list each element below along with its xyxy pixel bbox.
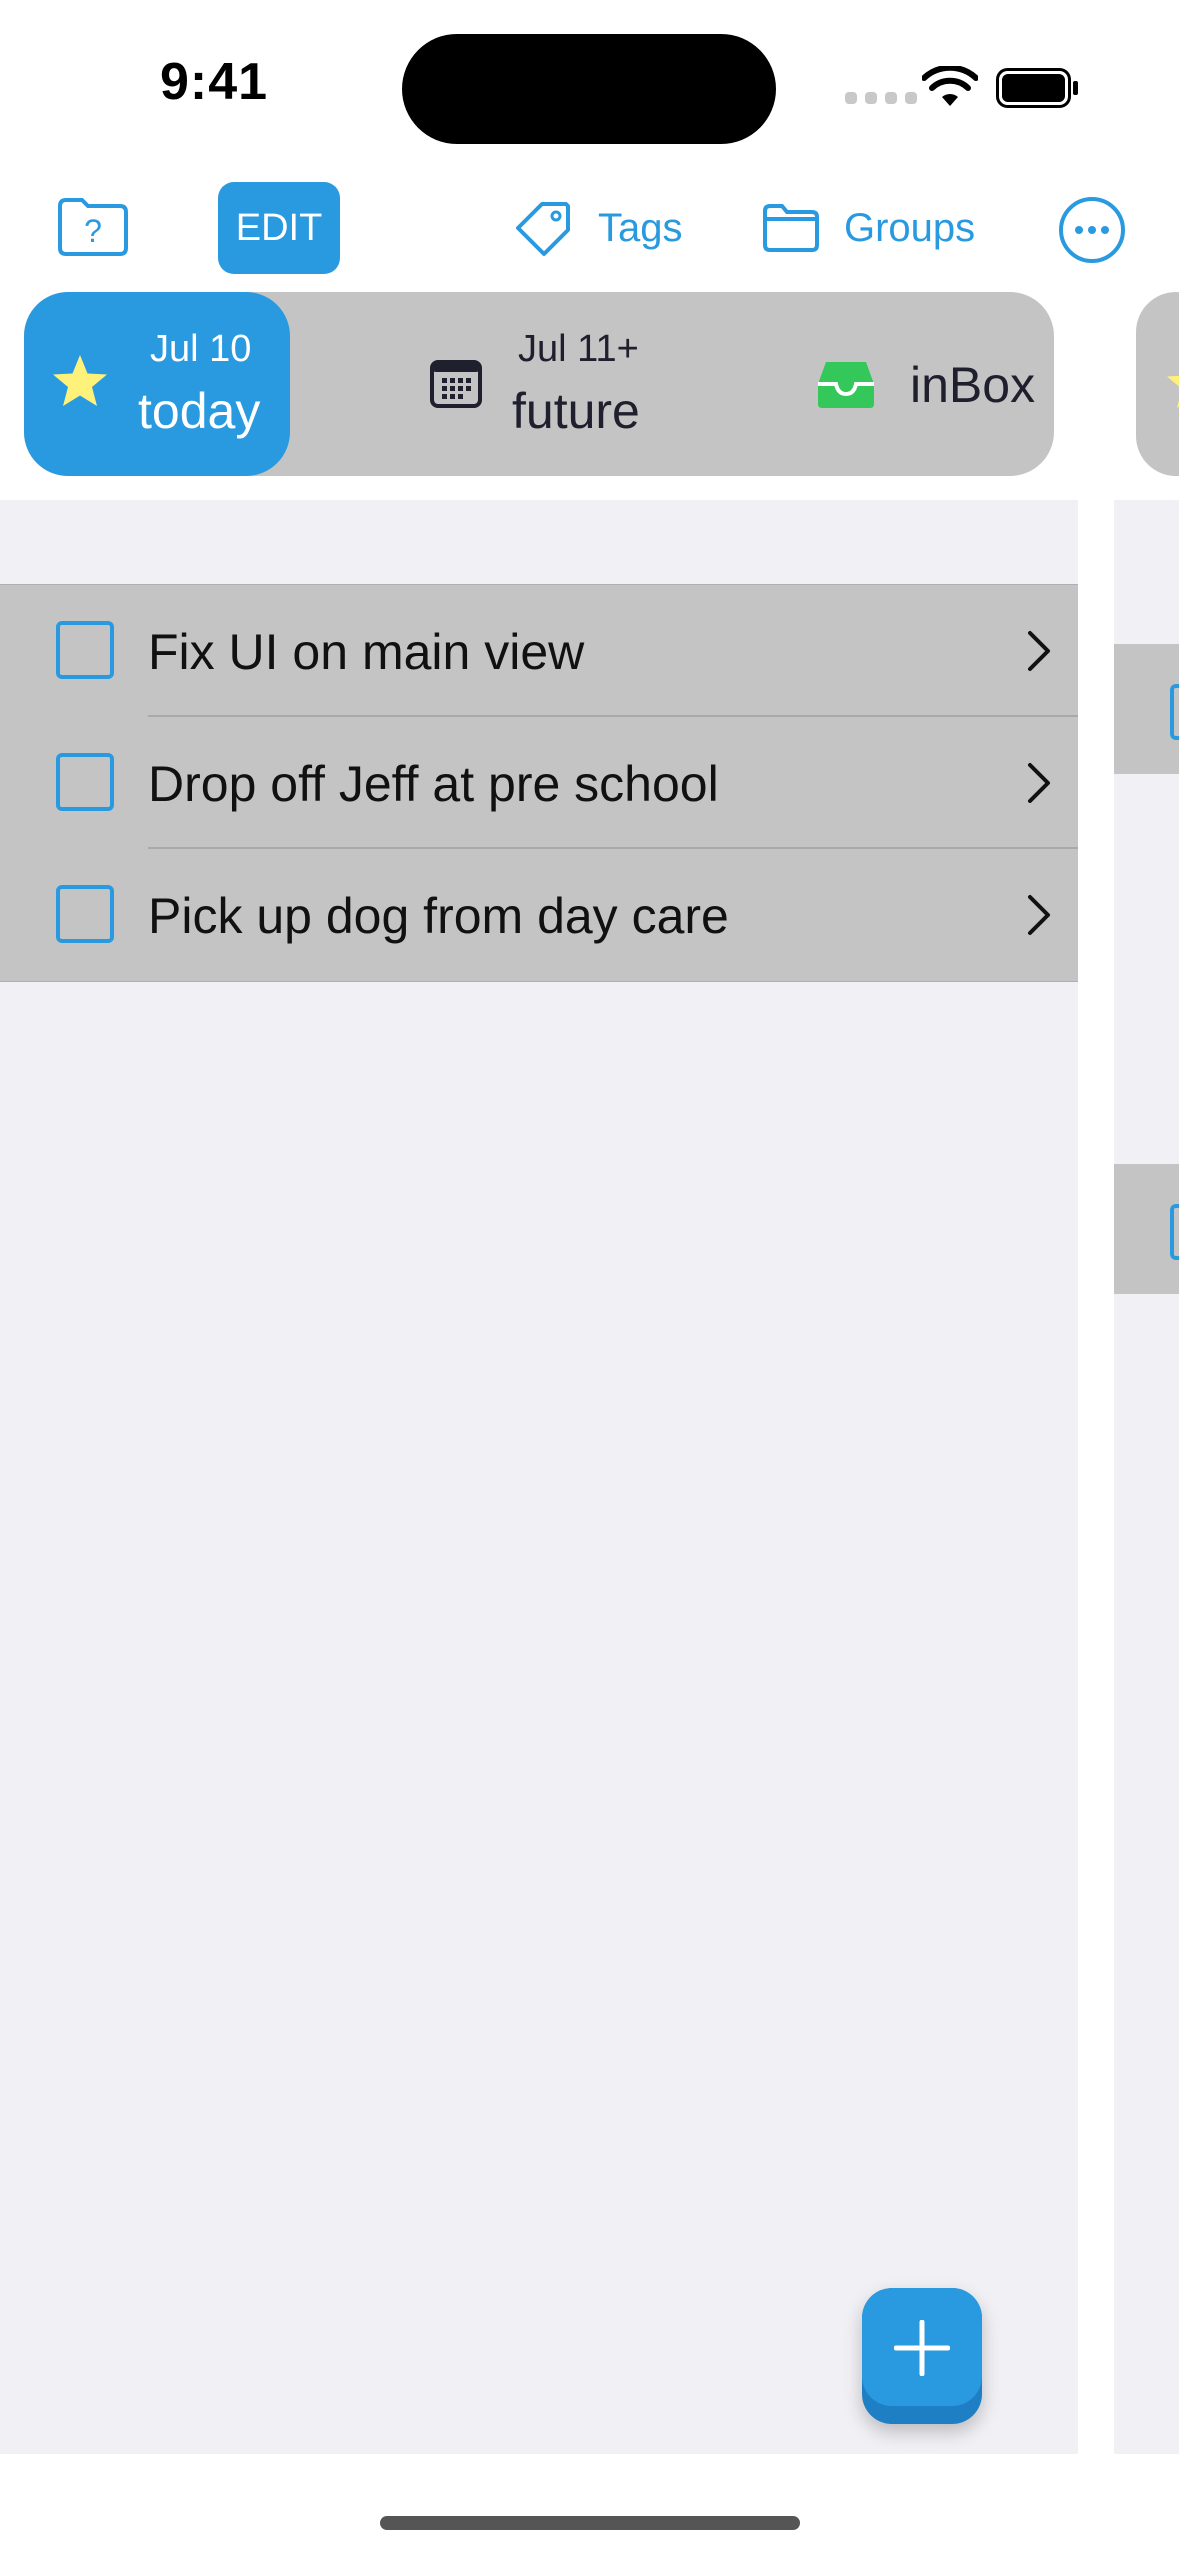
- home-indicator[interactable]: [380, 2516, 800, 2530]
- peek-task-checkbox: [1170, 684, 1179, 740]
- star-icon: [53, 355, 107, 406]
- next-page-filter-peek: [1136, 292, 1179, 476]
- tag-icon: [516, 202, 570, 256]
- dynamic-island: [402, 34, 776, 144]
- task-checkbox[interactable]: [56, 885, 114, 943]
- help-folder-icon[interactable]: ?: [56, 196, 130, 258]
- task-row[interactable]: Drop off Jeff at pre school: [0, 717, 1078, 849]
- star-icon: [1167, 375, 1179, 408]
- svg-text:?: ?: [84, 213, 102, 249]
- groups-label: Groups: [844, 205, 976, 250]
- wifi-icon: [922, 66, 978, 106]
- more-ellipsis-icon[interactable]: [1058, 196, 1126, 264]
- filter-segmented-control: Jul 10 today Jul 11+ future inBox: [24, 292, 1054, 476]
- task-title: Pick up dog from day care: [148, 888, 729, 944]
- cellular-signal-icon: [845, 92, 917, 104]
- peek-task-row: [1114, 644, 1179, 774]
- today-label: today: [138, 383, 261, 439]
- inbox-label: inBox: [910, 357, 1036, 413]
- task-row[interactable]: Pick up dog from day care: [0, 849, 1078, 981]
- filter-future[interactable]: Jul 11+ future: [424, 292, 684, 476]
- task-row[interactable]: Fix UI on main view: [0, 585, 1078, 717]
- add-task-button-face: [862, 2288, 982, 2406]
- chevron-right-icon: [1028, 763, 1050, 803]
- task-checkbox[interactable]: [56, 753, 114, 811]
- edit-button[interactable]: EDIT: [218, 182, 340, 274]
- task-title: Fix UI on main view: [148, 624, 585, 680]
- chevron-right-icon: [1028, 631, 1050, 671]
- peek-task-checkbox: [1170, 1204, 1179, 1260]
- today-date: Jul 10: [150, 328, 252, 370]
- status-time: 9:41: [160, 53, 269, 111]
- plus-icon: [894, 2320, 950, 2376]
- calendar-icon: [430, 360, 482, 408]
- peek-task-row: [1114, 1164, 1179, 1294]
- filter-today[interactable]: Jul 10 today: [24, 292, 290, 476]
- folder-icon: [763, 204, 819, 252]
- task-list: Fix UI on main view Drop off Jeff at pre…: [0, 584, 1078, 982]
- task-checkbox[interactable]: [56, 621, 114, 679]
- groups-button[interactable]: Groups: [762, 196, 975, 260]
- filter-inbox[interactable]: inBox: [814, 292, 1054, 476]
- future-label: future: [512, 383, 640, 439]
- app-screen: 9:41 ? EDIT Tags Groups Jul 10 today Jul…: [0, 0, 1179, 2556]
- tray-icon: [818, 362, 874, 408]
- next-page-list-peek: [1114, 500, 1179, 2454]
- chevron-right-icon: [1028, 895, 1050, 935]
- task-title: Drop off Jeff at pre school: [148, 756, 719, 812]
- tags-button[interactable]: Tags: [512, 196, 683, 260]
- task-list-panel: Fix UI on main view Drop off Jeff at pre…: [0, 500, 1078, 2454]
- add-task-button[interactable]: [862, 2288, 982, 2424]
- future-date: Jul 11+: [518, 328, 639, 370]
- tags-label: Tags: [598, 205, 683, 250]
- battery-icon: [996, 68, 1078, 108]
